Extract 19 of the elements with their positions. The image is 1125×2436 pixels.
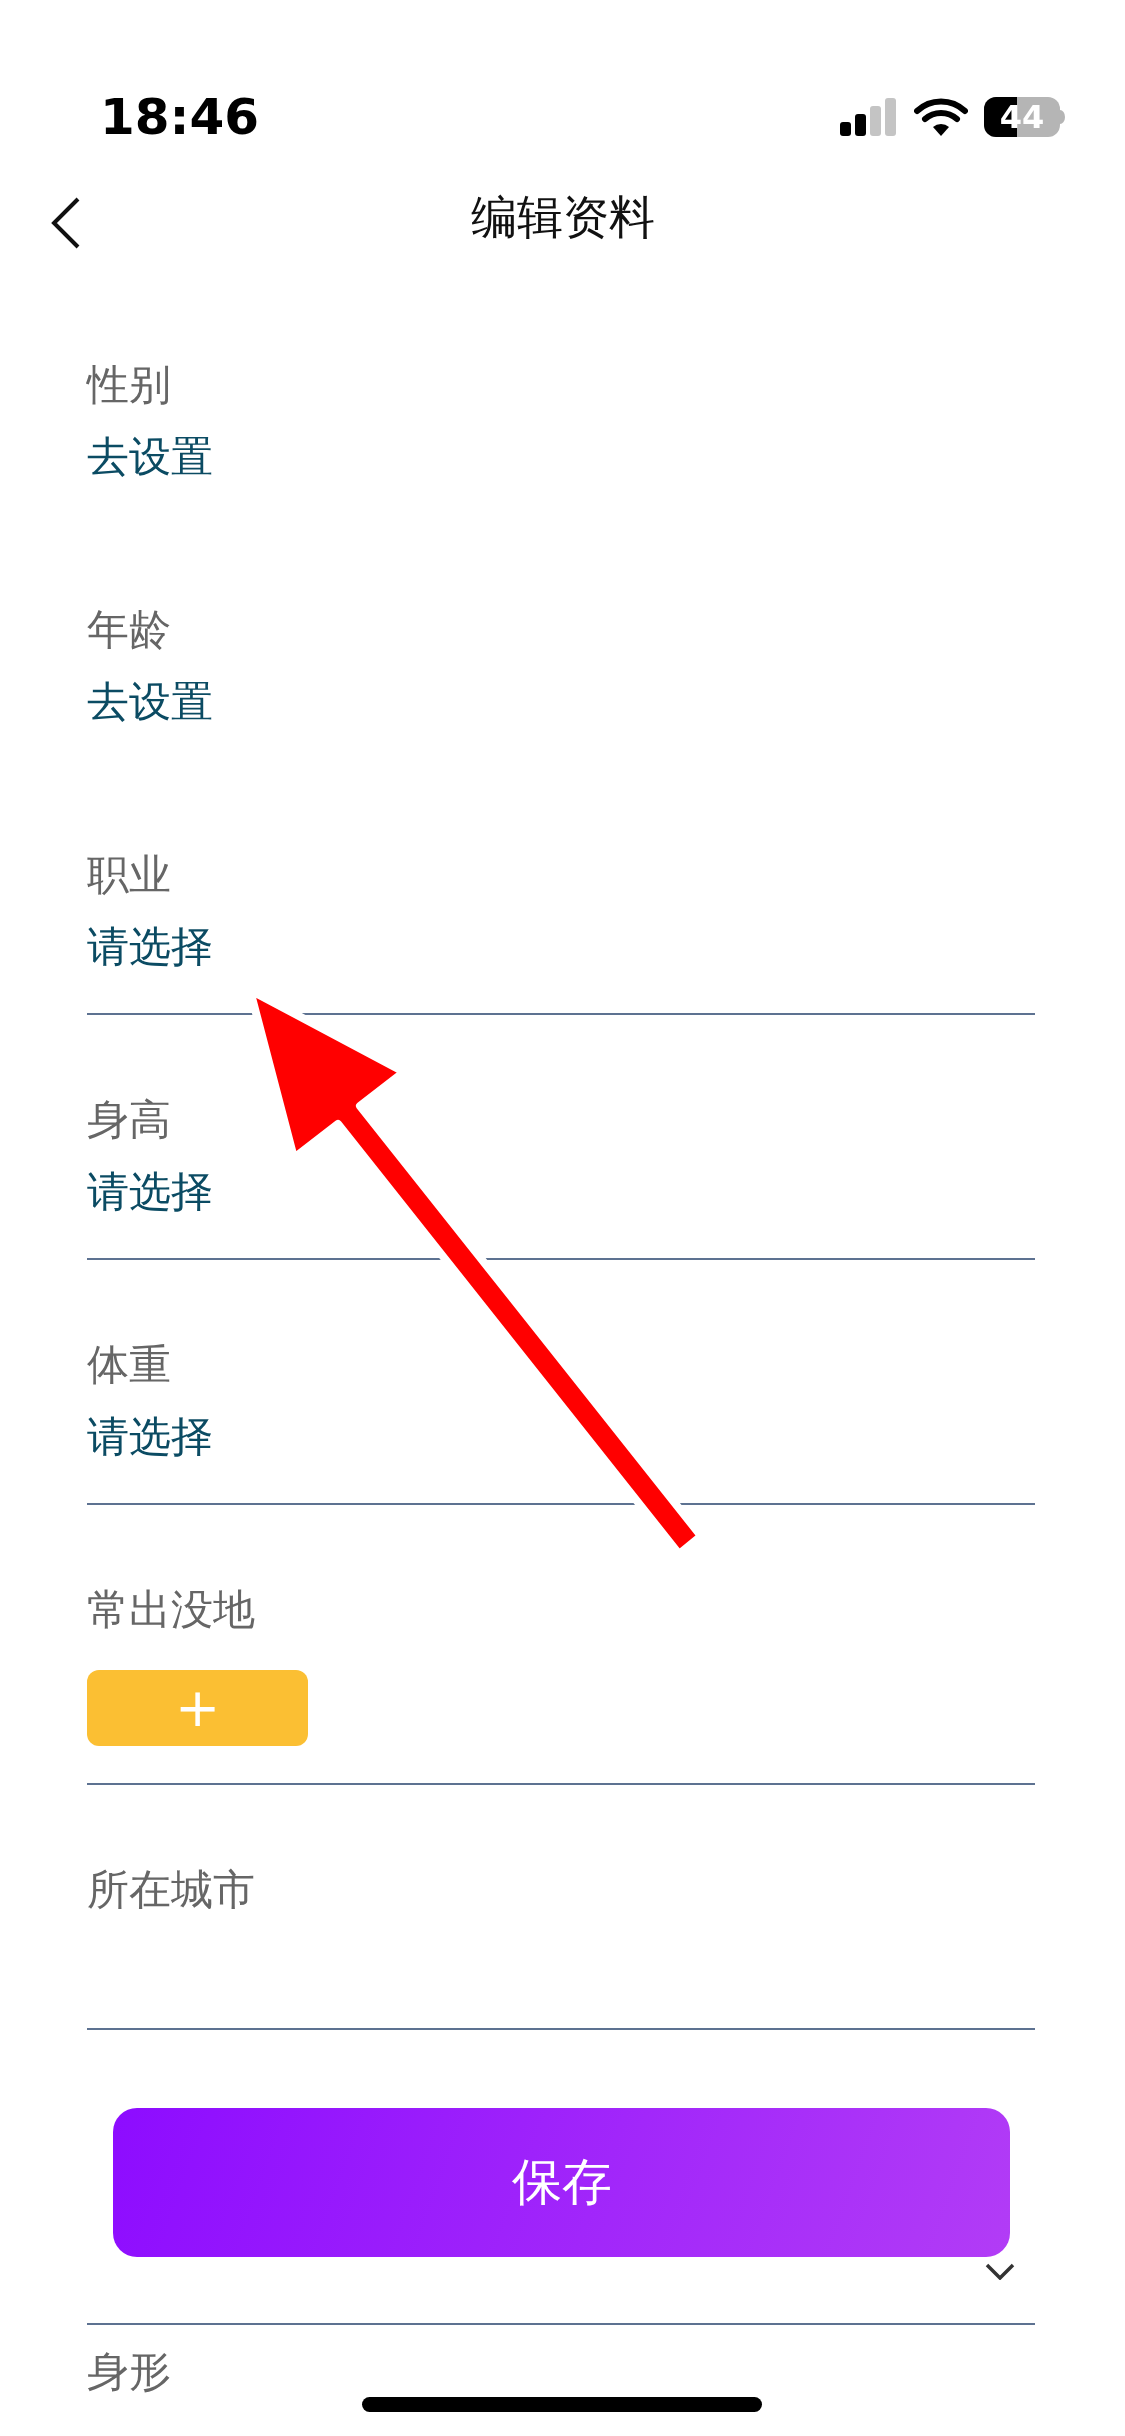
field-label: 身高 (87, 1095, 172, 1145)
wifi-icon (914, 96, 968, 137)
select-link[interactable]: 请选择 (87, 922, 1035, 972)
status-time: 18:46 (100, 86, 260, 147)
select-link[interactable]: 去设置 (87, 677, 1035, 727)
chevron-down-icon[interactable] (985, 2263, 1015, 2280)
field-label: 所在城市 (87, 1865, 256, 1915)
select-link[interactable]: 请选择 (87, 1167, 1035, 1217)
field-label: 职业 (87, 850, 172, 900)
field-label: 年龄 (87, 605, 172, 655)
field-label: 身形 (87, 2347, 172, 2397)
select-link[interactable]: 请选择 (87, 1412, 1035, 1462)
save-button[interactable]: 保存 (113, 2108, 1010, 2257)
page-title: 编辑资料 (470, 190, 655, 244)
field-label: 体重 (87, 1340, 172, 1390)
field-label: 性别 (87, 360, 172, 410)
field-label: 常出没地 (87, 1585, 256, 1635)
select-link[interactable]: 去设置 (87, 432, 1035, 482)
signal-icon (840, 97, 898, 136)
